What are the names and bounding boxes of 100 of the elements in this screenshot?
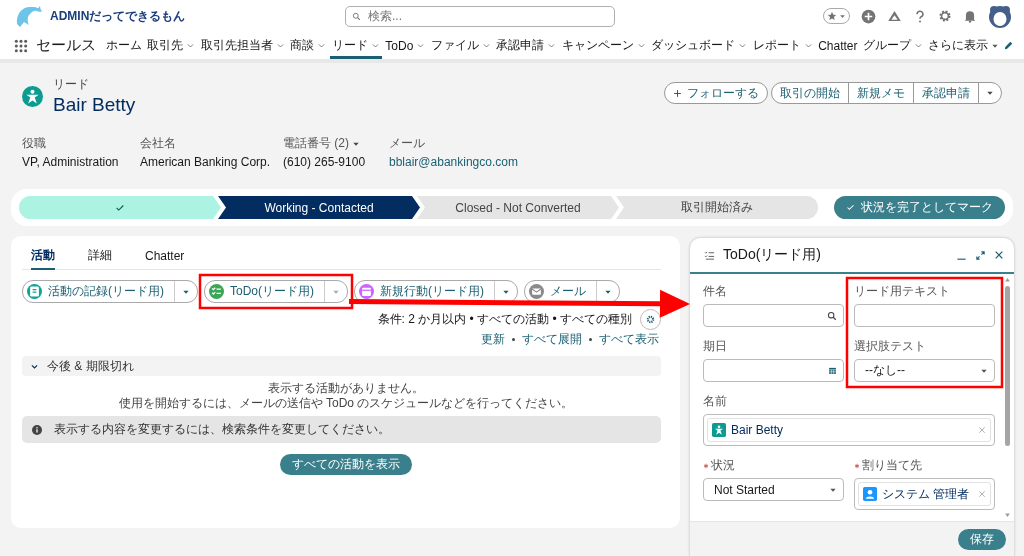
nav-tab[interactable]: 商談 (288, 32, 329, 59)
search-field[interactable]: 検索... (345, 5, 615, 27)
edit-icon[interactable] (1002, 40, 1014, 51)
path-stage[interactable]: Closed - Not Converted (417, 196, 619, 219)
field-label: 役職 (22, 135, 46, 152)
mark-complete-button[interactable]: 状況を完了としてマーク (834, 196, 1005, 219)
date-field[interactable] (703, 359, 844, 382)
info-message: 表示する内容を変更するには、検索条件を変更してください。 (54, 421, 390, 438)
tab[interactable]: Chatter (145, 243, 185, 270)
show-all-button[interactable]: すべての活動を表示 (280, 454, 412, 475)
star-icon (827, 11, 837, 21)
lead-icon (712, 423, 726, 437)
chevron-down-icon (803, 41, 813, 50)
add-icon[interactable] (861, 8, 876, 24)
nav-tab[interactable]: レポート (750, 32, 815, 59)
input-field[interactable] (703, 304, 844, 327)
logo-text: ADMINだってできるもん (50, 7, 186, 25)
path-stage[interactable]: Working - Contacted (218, 196, 420, 219)
nav-tab[interactable]: グループ (861, 32, 925, 59)
save-button[interactable]: 保存 (958, 528, 1006, 550)
follow-button[interactable]: フォローする (664, 82, 768, 104)
filter-settings-button[interactable] (640, 309, 661, 330)
nav-tab[interactable]: 取引先担当者 (198, 32, 287, 59)
link[interactable]: 更新 (481, 331, 505, 348)
select-field[interactable]: --なし-- (854, 359, 995, 382)
app-name: セールス (36, 36, 96, 55)
nav-tab[interactable]: ホーム (104, 32, 144, 59)
chevron-down-icon (738, 41, 748, 50)
nav-tab[interactable]: 承認申請 (494, 32, 559, 59)
field-label: 選択肢テスト (854, 338, 926, 355)
nav-tab[interactable]: Chatter (816, 32, 860, 59)
section-header[interactable]: 今後 & 期限切れ (22, 356, 661, 376)
nav-tab[interactable]: ToDo (383, 32, 428, 59)
link[interactable]: すべて表示 (599, 331, 659, 348)
email-link[interactable]: bblair@abankingco.com (389, 155, 549, 169)
separator-dot (589, 338, 592, 341)
action-button[interactable]: 取引の開始 (771, 82, 849, 104)
chevron-down-icon (914, 41, 923, 50)
pill-label: Bair Betty (731, 423, 785, 437)
close-icon[interactable] (994, 250, 1004, 260)
email-icon (529, 284, 544, 299)
check-icon (846, 203, 855, 212)
search-icon (352, 11, 361, 21)
avatar[interactable] (988, 4, 1012, 28)
favorites-button[interactable] (823, 8, 850, 24)
tab[interactable]: 活動 (31, 243, 55, 270)
expand-icon[interactable] (975, 249, 986, 261)
link[interactable]: すべて展開 (522, 331, 582, 348)
field-label: 期日 (703, 338, 727, 355)
chevron-down-icon (636, 41, 646, 50)
check-icon (115, 202, 125, 213)
tab[interactable]: 詳細 (88, 243, 112, 270)
path-stage[interactable]: 取引開始済み (616, 196, 818, 219)
required-icon (703, 462, 709, 469)
search-icon (827, 311, 837, 321)
notification-bell-icon[interactable] (963, 9, 977, 23)
select-field[interactable]: Not Started (703, 478, 844, 501)
help-icon[interactable] (913, 8, 927, 24)
field-value: American Banking Corp. (140, 155, 272, 169)
more-actions-button[interactable] (978, 82, 1002, 104)
calendar-icon (359, 284, 374, 299)
nav-tab[interactable]: ファイル (428, 32, 493, 59)
user-icon (863, 487, 877, 501)
chevron-down-icon (547, 41, 557, 50)
calendar-icon (828, 366, 837, 375)
task-icon (209, 284, 224, 299)
scroll-up-icon (1003, 277, 1011, 283)
input-field[interactable] (854, 304, 995, 327)
log-icon (27, 284, 42, 299)
field-label: 電話番号 (2) (283, 135, 349, 152)
settings-icon[interactable] (938, 9, 952, 23)
nav-tab[interactable]: キャンペーン (559, 32, 648, 59)
clear-icon[interactable] (978, 490, 986, 498)
field-label: 件名 (703, 283, 727, 300)
field-label: 名前 (703, 393, 727, 410)
chevron-down-icon (186, 41, 196, 50)
chevron-down-icon (275, 41, 285, 50)
empty-message: 表示する活動がありません。 (267, 381, 425, 396)
app-launcher-icon[interactable] (14, 38, 28, 53)
field-label: 会社名 (140, 135, 176, 152)
clear-icon[interactable] (978, 426, 986, 434)
caret-down-icon (986, 89, 994, 97)
scroll-down-icon (1003, 512, 1011, 518)
panel-title: ToDo(リード用) (723, 246, 822, 264)
caret-down-icon (839, 12, 846, 20)
plus-icon (673, 88, 682, 98)
nav-tab[interactable]: 取引先 (145, 32, 198, 59)
settings-icon (646, 315, 655, 324)
chevron-down-icon (317, 41, 327, 50)
nav-tab[interactable]: リード (329, 32, 382, 59)
action-button[interactable]: 承認申請 (913, 82, 979, 104)
field-value: VP, Administration (22, 155, 120, 169)
more-menu[interactable]: さらに表示 (926, 32, 1002, 59)
chevron-down-icon (370, 41, 380, 50)
action-button[interactable]: 新規メモ (848, 82, 914, 104)
field-value: (610) 265-9100 (283, 155, 367, 169)
record-name: Bair Betty (53, 94, 136, 116)
nav-tab[interactable]: ダッシュボード (649, 32, 750, 59)
section-title: 今後 & 期限切れ (47, 357, 134, 375)
field-label: 状況 (711, 457, 735, 474)
